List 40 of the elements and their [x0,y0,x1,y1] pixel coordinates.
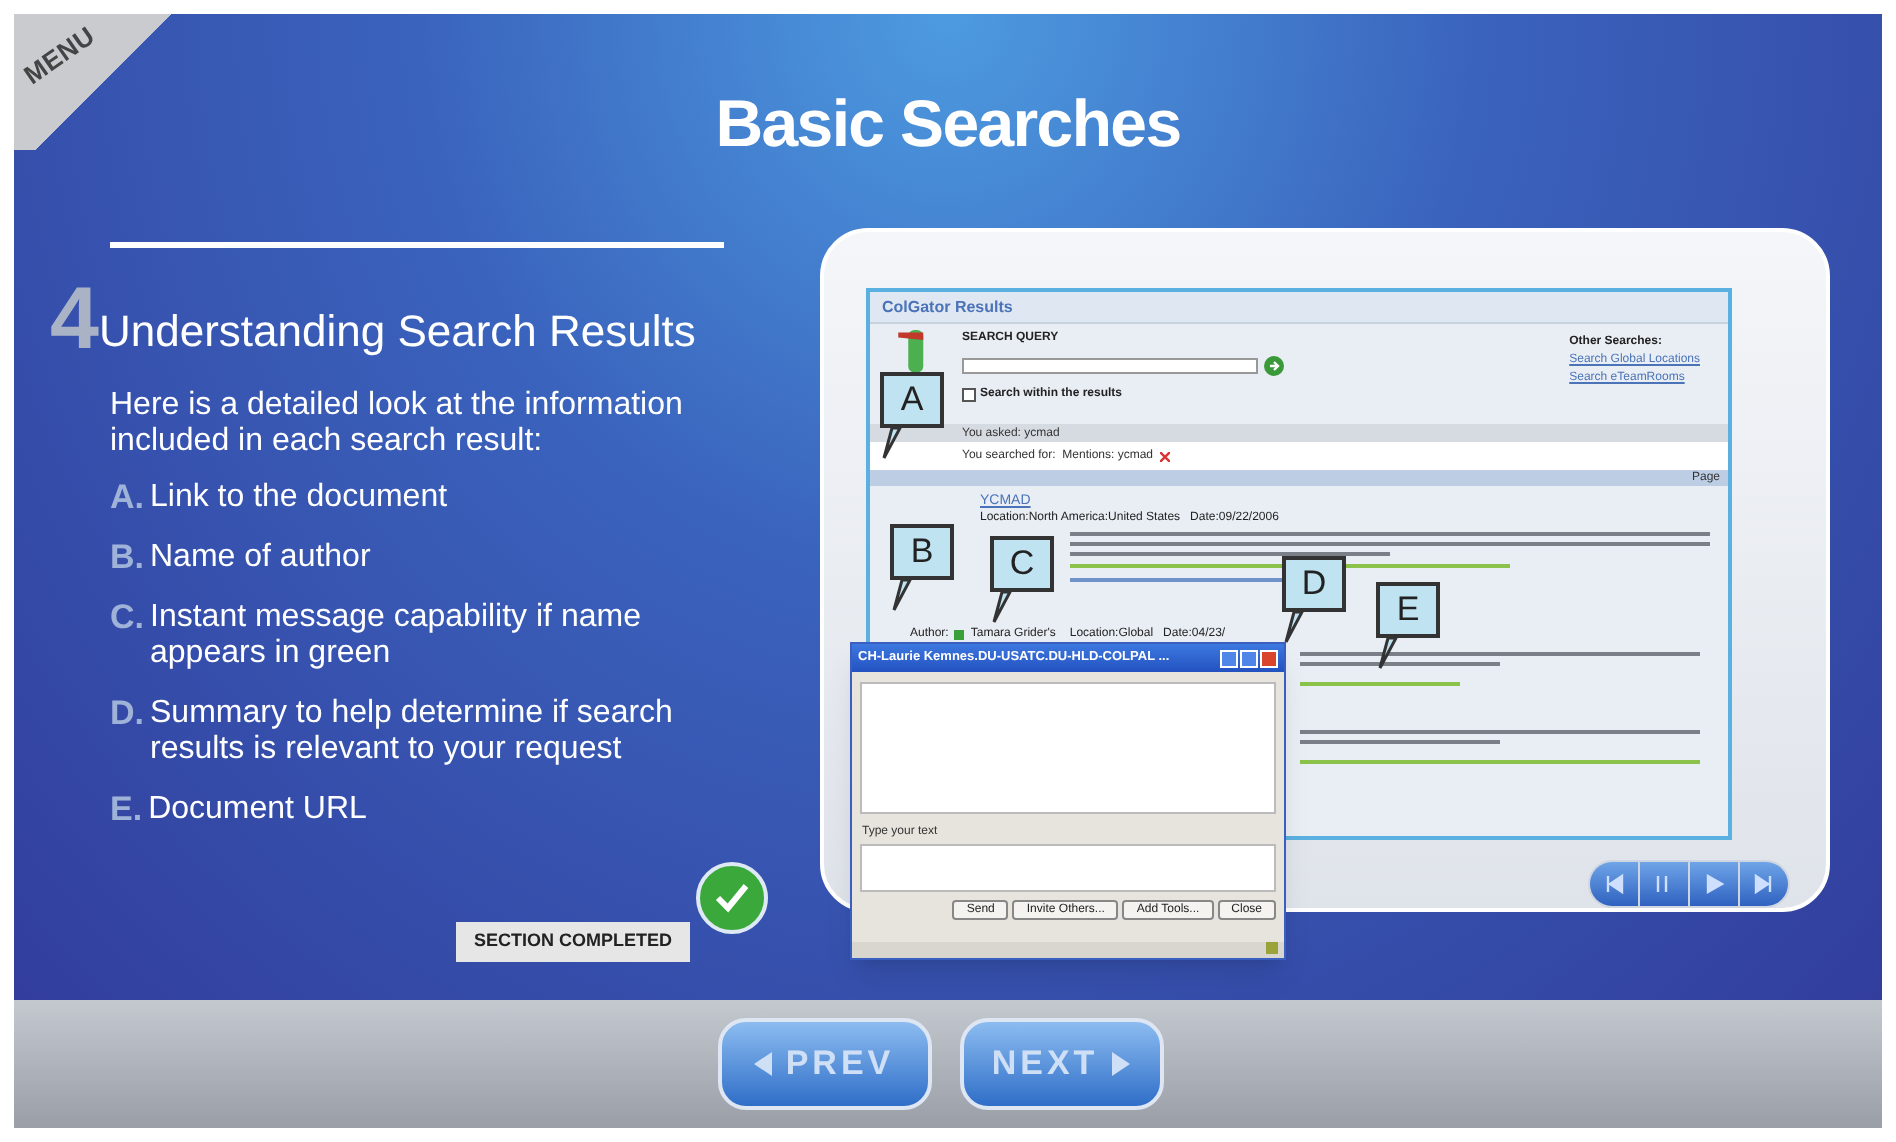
callout-pointer [990,592,1014,624]
callout-label: B [890,524,954,580]
list-letter: D. [110,696,144,736]
list-text: Document URL [148,792,367,828]
app-title: ColGator Results [882,295,1013,319]
search-within-checkbox[interactable] [962,388,976,402]
callout-label: D [1282,556,1346,612]
callout-pointer [1282,612,1306,644]
list-letter: E. [110,792,143,828]
list-text: Name of author [150,540,371,576]
list-text: Link to the document [150,480,448,516]
skip-forward-icon[interactable] [1740,862,1788,906]
list-letter: B. [110,540,144,576]
callout-pointer [1376,638,1400,670]
search-field[interactable] [962,358,1258,374]
callout-pointer [890,580,914,612]
caret-right-icon [1110,1052,1131,1076]
page-title: Basic Searches [715,84,1181,165]
list-letter: A. [110,480,144,516]
go-arrow-icon[interactable] [1264,356,1284,376]
intro-text: Here is a detailed look at the information included in each search result: [110,388,685,460]
close-icon[interactable] [1260,649,1278,667]
minimize-icon[interactable] [1220,649,1238,667]
list-text: Instant message capability if name appears in green [150,600,643,672]
pause-icon[interactable] [1640,862,1688,906]
skip-back-icon[interactable] [1590,862,1638,906]
chat-input-field[interactable] [860,844,1276,892]
section-heading: Understanding Search Results [98,306,696,360]
callout-label: E [1376,582,1440,638]
step-number: 4 [50,276,99,364]
callout-pointer [880,428,904,460]
callout-label: C [990,536,1054,592]
caret-left-icon [753,1052,774,1076]
list-letter: C. [110,600,144,640]
callout-label: A [880,372,944,428]
maximize-icon[interactable] [1240,649,1258,667]
list-text: Summary to help determine if search results is relevant to your request [150,696,675,768]
play-icon[interactable] [1690,862,1738,906]
section-completed-label: SECTION COMPLETED [456,922,690,962]
remove-icon[interactable] [1159,451,1169,461]
